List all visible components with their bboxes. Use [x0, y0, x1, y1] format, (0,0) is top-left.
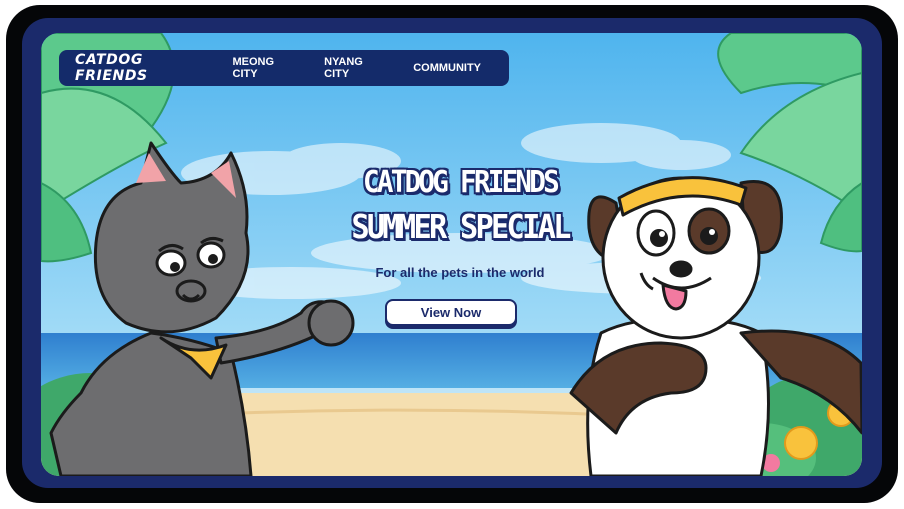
- hero-text-block: CATDOG FRIENDS SUMMER SPECIAL For all th…: [326, 165, 594, 280]
- hero-title-line-2: SUMMER SPECIAL: [351, 207, 571, 246]
- hero-title-line-1: CATDOG FRIENDS: [362, 165, 560, 200]
- hero-subtitle: For all the pets in the world: [375, 265, 545, 280]
- top-navigation-bar: CATDOG FRIENDS MEONG CITY NYANG CITY COM…: [59, 50, 509, 86]
- brand-logo-text[interactable]: CATDOG FRIENDS: [75, 52, 209, 84]
- website-screen: CATDOG FRIENDS MEONG CITY NYANG CITY COM…: [41, 33, 862, 476]
- nav-link-community[interactable]: COMMUNITY: [413, 62, 481, 74]
- view-now-button[interactable]: View Now: [385, 299, 517, 326]
- nav-link-nyang-city[interactable]: NYANG CITY: [324, 56, 385, 80]
- nav-link-meong-city[interactable]: MEONG CITY: [233, 56, 297, 80]
- hero-background-illustration: [41, 33, 862, 476]
